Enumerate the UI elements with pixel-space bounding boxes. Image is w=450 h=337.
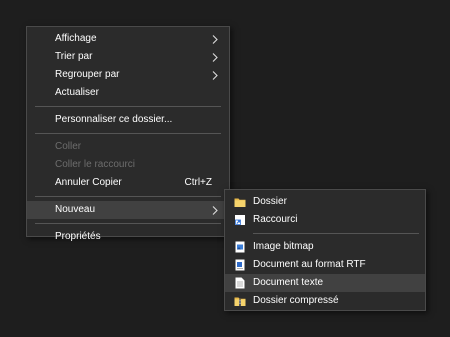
submenu-item-raccourci[interactable]: Raccourci (225, 211, 425, 229)
menu-separator (253, 233, 419, 234)
menu-item-label: Dossier (253, 196, 287, 207)
chevron-right-icon (212, 48, 220, 66)
context-menu: Affichage Trier par Regrouper par Actual… (26, 26, 230, 242)
menu-item-personnaliser[interactable]: Personnaliser ce dossier... (27, 111, 229, 129)
menu-item-label: Trier par (55, 51, 93, 62)
menu-item-label: Annuler Copier (55, 177, 122, 188)
chevron-right-icon (212, 30, 220, 48)
menu-item-label: Propriétés (55, 231, 101, 242)
menu-item-label: Raccourci (253, 214, 298, 225)
menu-item-shortcut: Ctrl+Z (184, 177, 213, 188)
menu-item-label: Affichage (55, 33, 97, 44)
menu-separator (35, 106, 221, 107)
menu-separator (35, 133, 221, 134)
menu-item-coller-raccourci: Coller le raccourci (27, 156, 229, 174)
menu-item-label: Regrouper par (55, 69, 120, 80)
text-document-icon (234, 277, 246, 289)
menu-item-coller: Coller (27, 138, 229, 156)
shortcut-icon (234, 214, 246, 226)
chevron-right-icon (212, 66, 220, 84)
menu-item-affichage[interactable]: Affichage (27, 30, 229, 48)
menu-item-trier-par[interactable]: Trier par (27, 48, 229, 66)
folder-icon (234, 196, 246, 208)
new-submenu: Dossier Raccourci Image bitmap Document … (224, 189, 426, 311)
menu-item-label: Actualiser (55, 87, 99, 98)
menu-item-regrouper-par[interactable]: Regrouper par (27, 66, 229, 84)
menu-item-label: Nouveau (55, 204, 96, 215)
menu-separator (35, 223, 221, 224)
menu-item-proprietes[interactable]: Propriétés (27, 228, 229, 246)
rtf-document-icon (234, 259, 246, 271)
menu-item-label: Document texte (253, 277, 324, 288)
menu-item-nouveau[interactable]: Nouveau (27, 201, 229, 219)
menu-item-label: Coller le raccourci (55, 159, 136, 170)
menu-item-label: Personnaliser ce dossier... (55, 114, 173, 125)
menu-item-label: Image bitmap (253, 241, 314, 252)
zip-folder-icon (234, 295, 246, 307)
menu-item-label: Dossier compressé (253, 295, 339, 306)
bitmap-image-icon (234, 241, 246, 253)
menu-item-actualiser[interactable]: Actualiser (27, 84, 229, 102)
chevron-right-icon (212, 201, 220, 219)
submenu-item-image-bitmap[interactable]: Image bitmap (225, 238, 425, 256)
menu-item-annuler-copier[interactable]: Annuler Copier Ctrl+Z (27, 174, 229, 192)
submenu-item-dossier-compresse[interactable]: Dossier compressé (225, 292, 425, 310)
menu-separator (35, 196, 221, 197)
submenu-item-document-texte[interactable]: Document texte (225, 274, 425, 292)
submenu-item-dossier[interactable]: Dossier (225, 193, 425, 211)
menu-item-label: Coller (55, 141, 82, 152)
menu-item-label: Document au format RTF (253, 259, 366, 270)
submenu-item-document-rtf[interactable]: Document au format RTF (225, 256, 425, 274)
